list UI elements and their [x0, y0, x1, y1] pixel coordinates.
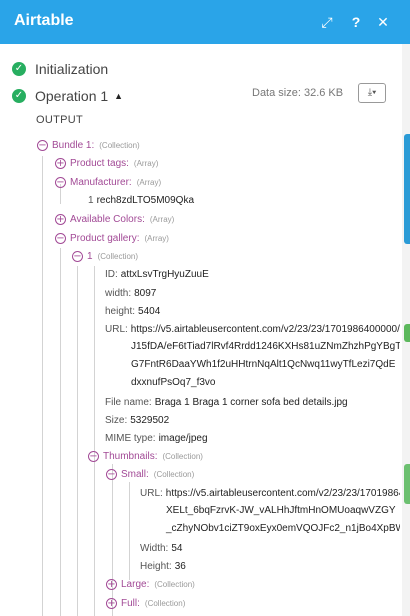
canvas-module-shape	[404, 134, 410, 244]
url-continuation: G7FntR6DaaYWh1f2uHHtrnNqAlt1QcNwq11wyTfL…	[131, 359, 396, 370]
check-icon: ✓	[12, 89, 26, 103]
tree-leaf-manufacturer-1: 1 rech8zdLTO5M09Qka	[88, 194, 195, 206]
collapse-icon[interactable]: −	[88, 450, 99, 462]
url-continuation: J15fDA/eF6tTiad7lRvf4Rrdd1246KXHs81uZNmZ…	[131, 341, 400, 352]
tree-node-product-gallery[interactable]: − Product gallery: (Array)	[55, 229, 169, 247]
tree-leaf-small-width: Width: 54	[140, 542, 183, 554]
tree-leaf-file-name: File name: Braga 1 Braga 1 corner sofa b…	[105, 396, 348, 408]
tree-leaf-size: Size: 5329502	[105, 414, 170, 426]
check-icon: ✓	[12, 62, 26, 76]
expand-icon[interactable]: +	[55, 157, 66, 169]
expand-icon[interactable]: ⤢	[318, 12, 336, 32]
close-icon[interactable]: ✕	[374, 12, 392, 32]
expand-icon[interactable]: +	[106, 597, 117, 609]
tree-leaf-id: ID: attxLsvTrgHyuZuuE	[105, 268, 209, 280]
tree-node-full[interactable]: + Full: (Collection)	[106, 594, 185, 612]
tree-leaf-mime-type: MIME type: image/jpeg	[105, 432, 208, 444]
background-canvas-edge	[402, 44, 410, 616]
tree-node-product-tags[interactable]: + Product tags: (Array)	[55, 154, 158, 172]
canvas-connector-shape	[404, 464, 410, 504]
help-icon[interactable]: ?	[347, 12, 365, 32]
module-title: Airtable	[14, 12, 74, 29]
download-icon: ⤓▾	[367, 87, 377, 98]
tree-leaf-small-height: Height: 36	[140, 560, 186, 572]
tree-leaf-width: width: 8097	[105, 287, 157, 299]
tree-node-thumbnails[interactable]: − Thumbnails: (Collection)	[88, 447, 203, 465]
collapse-icon[interactable]: −	[106, 468, 117, 480]
module-header: Airtable ⤢ ? ✕	[0, 0, 410, 44]
canvas-connector-shape	[404, 324, 410, 342]
step-initialization[interactable]: ✓ Initialization	[12, 58, 108, 80]
expand-icon[interactable]: +	[55, 213, 66, 225]
tree-node-available-colors[interactable]: + Available Colors: (Array)	[55, 210, 174, 228]
url-continuation: XELt_6bqFzrvK-JW_vALHhJftmHnOMUoaqwVZGY	[166, 505, 396, 516]
tree-node-bundle[interactable]: − Bundle 1: (Collection)	[37, 136, 140, 154]
step-operation[interactable]: ✓ Operation 1 ▲	[12, 85, 123, 107]
tree-guide-line	[60, 248, 61, 616]
step-label: Operation 1	[35, 88, 109, 104]
tree-guide-line	[77, 266, 78, 616]
output-panel: ✓ Initialization ✓ Operation 1 ▲ Data si…	[0, 44, 400, 616]
url-continuation: dxxnufPsOq7_f3vo	[131, 377, 216, 388]
tree-node-gallery-item-1[interactable]: − 1 (Collection)	[72, 247, 138, 265]
collapse-icon[interactable]: −	[55, 232, 66, 244]
collapse-icon[interactable]: −	[55, 176, 66, 188]
output-label: OUTPUT	[36, 114, 84, 126]
collapse-icon[interactable]: −	[72, 250, 83, 262]
tree-leaf-height: height: 5404	[105, 305, 161, 317]
tree-leaf-small-url: URL: https://v5.airtableusercontent.com/…	[140, 487, 400, 499]
url-continuation: _cZhyNObv1ciZT9oxEyx0emVQOJFc2_n1jBo4XpB…	[166, 523, 400, 534]
tree-node-large[interactable]: + Large: (Collection)	[106, 575, 195, 593]
tree-node-manufacturer[interactable]: − Manufacturer: (Array)	[55, 173, 161, 191]
tree-node-small[interactable]: − Small: (Collection)	[106, 465, 194, 483]
collapse-icon[interactable]: −	[37, 139, 48, 151]
caret-up-icon[interactable]: ▲	[114, 91, 123, 101]
download-button[interactable]: ⤓▾	[358, 83, 386, 103]
tree-guide-line	[129, 482, 130, 580]
data-size: Data size: 32.6 KB	[252, 87, 344, 99]
step-label: Initialization	[35, 61, 109, 77]
tree-guide-line	[94, 266, 95, 616]
tree-guide-line	[42, 156, 43, 616]
expand-icon[interactable]: +	[106, 578, 117, 590]
tree-leaf-url: URL: https://v5.airtableusercontent.com/…	[105, 323, 400, 335]
